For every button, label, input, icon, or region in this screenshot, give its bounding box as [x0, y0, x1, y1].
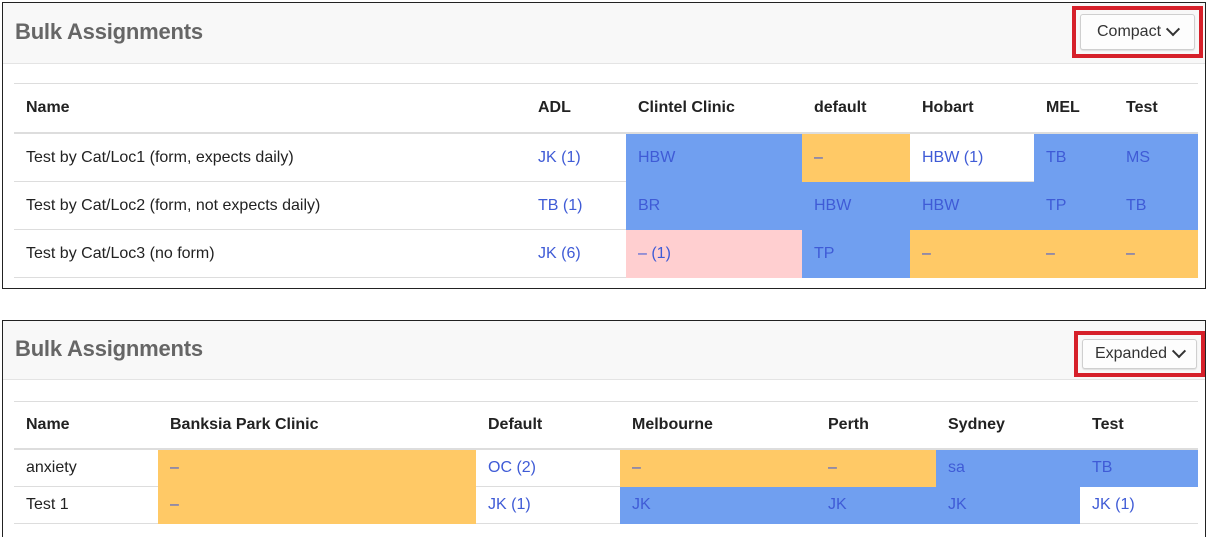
- row-name: anxiety: [14, 449, 158, 487]
- assignment-cell[interactable]: JK: [620, 486, 816, 524]
- assignment-cell[interactable]: JK (1): [526, 133, 626, 182]
- assignment-cell[interactable]: OC (2): [476, 449, 620, 487]
- bulk-assignments-panel-expanded: Bulk Assignments Expanded Name Banksia P…: [2, 320, 1206, 537]
- view-mode-label: Compact: [1096, 23, 1162, 40]
- chevron-down-icon: [1171, 344, 1187, 359]
- chevron-down-icon: [1165, 22, 1181, 37]
- assignment-cell[interactable]: –: [816, 449, 936, 487]
- bulk-assignments-panel-compact: Bulk Assignments Compact Name ADL Clinte…: [2, 2, 1206, 289]
- table-header-row: Name ADL Clintel Clinic default Hobart M…: [14, 83, 1198, 134]
- view-mode-label: Expanded: [1094, 345, 1168, 362]
- column-header: Clintel Clinic: [626, 83, 802, 134]
- row-name: Test 1: [14, 486, 158, 524]
- column-header: MEL: [1034, 83, 1114, 134]
- assignment-cell[interactable]: TB (1): [526, 181, 626, 230]
- column-header: Perth: [816, 401, 936, 450]
- column-header: default: [802, 83, 910, 134]
- assignment-cell[interactable]: JK (1): [1080, 486, 1198, 524]
- table-row: Test by Cat/Loc2 (form, not expects dail…: [14, 181, 1198, 230]
- column-header: Test: [1114, 83, 1198, 134]
- column-header: Sydney: [936, 401, 1080, 450]
- view-mode-dropdown[interactable]: Expanded: [1082, 339, 1197, 369]
- table-row: anxiety – OC (2) – – sa TB: [14, 449, 1198, 487]
- assignment-cell[interactable]: MS: [1114, 133, 1198, 182]
- assignment-cell[interactable]: TB: [1080, 449, 1198, 487]
- assignment-cell[interactable]: TB: [1114, 181, 1198, 230]
- column-header: Default: [476, 401, 620, 450]
- table-header-row: Name Banksia Park Clinic Default Melbour…: [14, 401, 1198, 450]
- assignment-cell[interactable]: –: [802, 133, 910, 182]
- assignments-table: Name Banksia Park Clinic Default Melbour…: [14, 401, 1198, 524]
- table-row: Test by Cat/Loc3 (no form) JK (6) – (1) …: [14, 229, 1198, 278]
- panel-header: Bulk Assignments Compact: [3, 3, 1205, 64]
- panel-title: Bulk Assignments: [15, 336, 203, 361]
- column-header: Name: [14, 83, 526, 134]
- panel-header: Bulk Assignments Expanded: [3, 321, 1205, 380]
- assignment-cell[interactable]: TP: [802, 229, 910, 278]
- panel-title: Bulk Assignments: [15, 19, 203, 44]
- assignment-cell[interactable]: –: [910, 229, 1034, 278]
- column-header: Test: [1080, 401, 1198, 450]
- view-mode-dropdown[interactable]: Compact: [1080, 14, 1195, 50]
- assignment-cell[interactable]: –: [1034, 229, 1114, 278]
- table-row: Test by Cat/Loc1 (form, expects daily) J…: [14, 133, 1198, 182]
- assignment-cell[interactable]: TB: [1034, 133, 1114, 182]
- assignment-cell[interactable]: – (1): [626, 229, 802, 278]
- column-header: Name: [14, 401, 158, 450]
- column-header: ADL: [526, 83, 626, 134]
- assignment-cell[interactable]: HBW: [802, 181, 910, 230]
- assignment-cell[interactable]: JK: [816, 486, 936, 524]
- row-name: Test by Cat/Loc3 (no form): [14, 229, 526, 278]
- assignments-table: Name ADL Clintel Clinic default Hobart M…: [14, 83, 1198, 278]
- assignment-cell[interactable]: HBW: [626, 133, 802, 182]
- assignment-cell[interactable]: JK (1): [476, 486, 620, 524]
- assignment-cell[interactable]: –: [620, 449, 816, 487]
- column-header: Hobart: [910, 83, 1034, 134]
- assignment-cell[interactable]: JK: [936, 486, 1080, 524]
- assignment-cell[interactable]: HBW: [910, 181, 1034, 230]
- view-mode-highlight: Compact: [1072, 6, 1203, 58]
- table-row: Test 1 – JK (1) JK JK JK JK (1): [14, 486, 1198, 524]
- assignment-cell[interactable]: –: [158, 486, 476, 524]
- row-name: Test by Cat/Loc1 (form, expects daily): [14, 133, 526, 182]
- assignment-cell[interactable]: –: [1114, 229, 1198, 278]
- assignment-cell[interactable]: HBW (1): [910, 133, 1034, 182]
- column-header: Melbourne: [620, 401, 816, 450]
- assignment-cell[interactable]: BR: [626, 181, 802, 230]
- assignment-cell[interactable]: sa: [936, 449, 1080, 487]
- row-name: Test by Cat/Loc2 (form, not expects dail…: [14, 181, 526, 230]
- view-mode-highlight: Expanded: [1074, 331, 1205, 377]
- assignment-cell[interactable]: TP: [1034, 181, 1114, 230]
- assignment-cell[interactable]: JK (6): [526, 229, 626, 278]
- assignment-cell[interactable]: –: [158, 449, 476, 487]
- column-header: Banksia Park Clinic: [158, 401, 476, 450]
